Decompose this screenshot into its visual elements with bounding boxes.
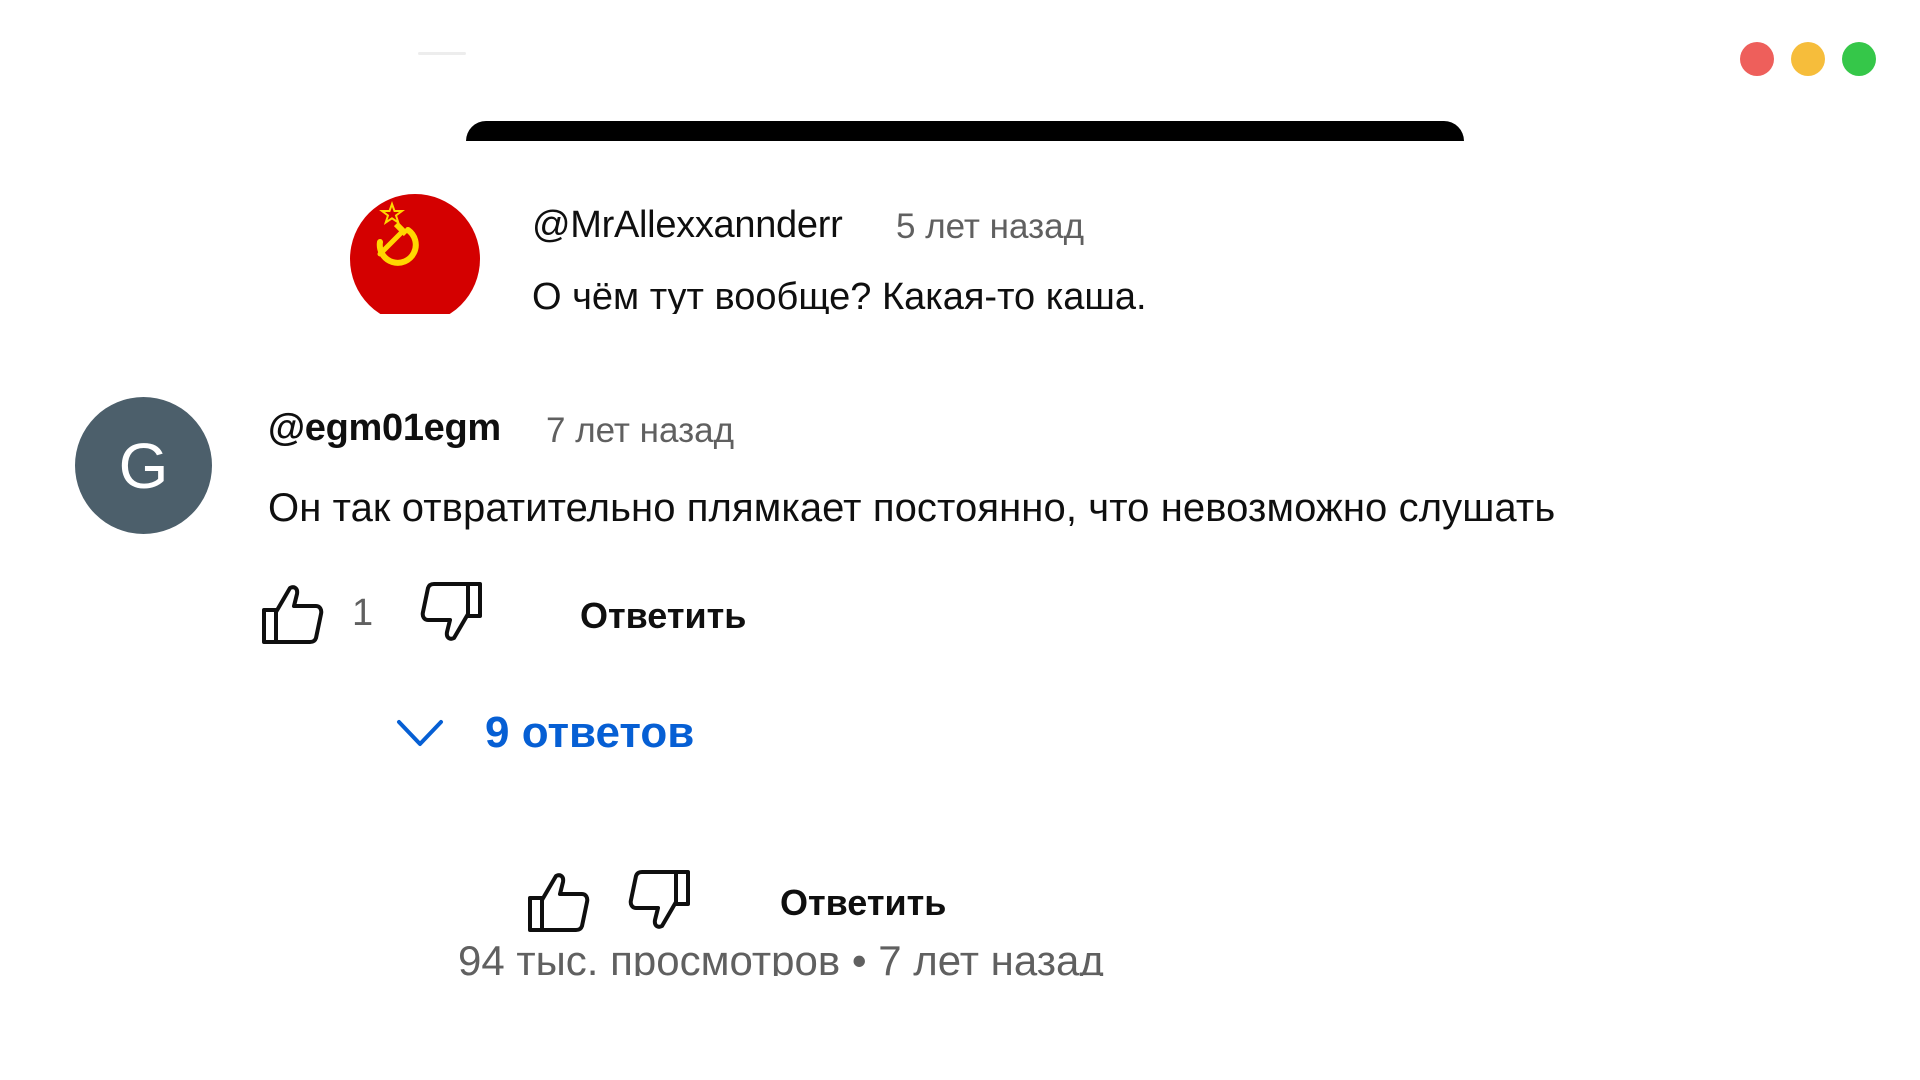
video-frame-edge: [466, 121, 1464, 141]
thumbs-up-icon: [528, 873, 590, 932]
avatar-letter: G: [118, 429, 169, 502]
divider: [418, 52, 466, 55]
video-reply-button[interactable]: Ответить: [780, 882, 946, 924]
avatar[interactable]: G: [75, 397, 212, 534]
thumbs-down-icon: [420, 582, 482, 641]
like-count: 1: [352, 592, 374, 634]
minimize-window-button[interactable]: [1791, 42, 1825, 76]
comment-text: Он так отвратительно плямкает постоянно,…: [268, 486, 1556, 530]
comment-author[interactable]: @MrAllexxannderr: [532, 204, 843, 247]
like-button[interactable]: [258, 580, 324, 646]
video-like-button[interactable]: [524, 868, 590, 934]
comment-text: О чём тут вообще? Какая-то каша.: [532, 276, 1147, 314]
video-dislike-button[interactable]: [628, 868, 694, 934]
comment-author[interactable]: @egm01egm: [268, 407, 501, 450]
comment-top: @MrAllexxannderr 5 лет назад О чём тут в…: [350, 194, 1350, 314]
hammer-sickle-icon: [376, 201, 419, 266]
close-window-button[interactable]: [1740, 42, 1774, 76]
thumbs-up-icon: [262, 585, 324, 644]
comment-time[interactable]: 5 лет назад: [896, 207, 1084, 247]
window-controls: [1740, 42, 1876, 76]
show-replies-button[interactable]: 9 ответов: [395, 708, 694, 758]
dislike-button[interactable]: [420, 580, 486, 646]
maximize-window-button[interactable]: [1842, 42, 1876, 76]
video-meta: 94 тыс. просмотров • 7 лет назад: [458, 937, 1104, 976]
comment-time[interactable]: 7 лет назад: [546, 411, 734, 451]
reply-button[interactable]: Ответить: [580, 595, 746, 637]
replies-count-label: 9 ответов: [485, 708, 695, 757]
ussr-flag-avatar[interactable]: [350, 194, 480, 314]
chevron-down-icon: [397, 720, 443, 746]
comments-screen: @MrAllexxannderr 5 лет назад О чём тут в…: [0, 0, 1920, 1080]
thumbs-down-icon: [628, 870, 690, 929]
